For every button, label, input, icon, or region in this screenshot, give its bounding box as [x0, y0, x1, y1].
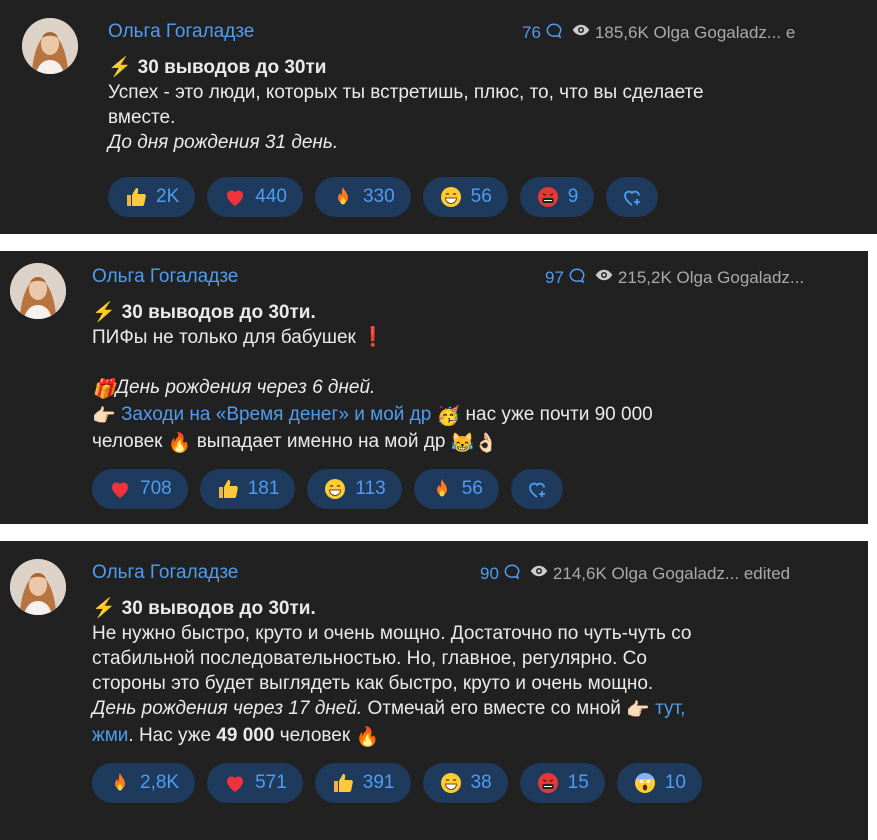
post-title: ⚡ 30 выводов до 30ти.	[92, 598, 316, 619]
post-text-italic: 🎁День рождения через 6 дней.	[92, 377, 376, 400]
post-text-line: стабильной последовательностью. Но, глав…	[92, 648, 647, 669]
reaction-heart[interactable]: 571	[207, 763, 303, 803]
post-text-italic: До дня рождения 31 день.	[108, 132, 339, 153]
reaction-heart[interactable]: 708	[92, 469, 188, 509]
avatar[interactable]	[22, 18, 78, 74]
ok-hand-icon: 👌🏻	[474, 433, 499, 454]
reaction-angry[interactable]: 15	[519, 763, 605, 803]
reaction-angry[interactable]: 9	[519, 177, 595, 217]
reaction-scream[interactable]: 10	[616, 763, 702, 803]
link-vremya-deneg[interactable]: Заходи на «Время денег» и мой др	[121, 404, 431, 425]
fire-icon	[331, 185, 355, 209]
exclamation-icon: ❗	[361, 327, 385, 348]
reaction-fire[interactable]: 330	[314, 177, 411, 217]
angry-icon	[536, 185, 560, 209]
add-reaction-button[interactable]	[510, 469, 563, 509]
post-card: Ольга Гогаладзе 97 215,2K Olga Gogaladz..…	[0, 251, 868, 524]
link-zhmi[interactable]: жми	[92, 725, 128, 746]
post-meta: 97 215,2K Olga Gogaladz...	[545, 266, 804, 288]
grin-icon	[439, 771, 463, 795]
angry-icon	[536, 771, 560, 795]
comment-icon[interactable]	[503, 563, 521, 581]
reaction-thumbs-up[interactable]: 391	[314, 763, 411, 803]
scream-icon	[633, 771, 657, 795]
views-line: 215,2K Olga Gogaladz...	[617, 268, 805, 287]
post-text-line: жми. Нас уже 49 000 человек 🔥	[92, 725, 380, 748]
comment-icon[interactable]	[545, 22, 563, 40]
post-text-line: День рождения через 17 дней. Отмечай его…	[92, 698, 686, 721]
reaction-thumbs-up[interactable]: 181	[199, 469, 296, 509]
add-reaction-icon	[620, 185, 644, 209]
avatar[interactable]	[10, 559, 66, 615]
party-face-icon: 🥳	[436, 406, 461, 427]
reaction-grin[interactable]: 113	[307, 469, 402, 509]
reaction-fire[interactable]: 56	[413, 469, 499, 509]
post-body: ⚡ 30 выводов до 30ти. ПИФы не только для …	[92, 300, 862, 456]
post-meta: 90 214,6K Olga Gogaladz... edited	[480, 562, 790, 584]
post-meta: 76 185,6K Olga Gogaladz... e	[522, 21, 795, 43]
fire-icon	[108, 771, 132, 795]
grin-icon	[439, 185, 463, 209]
post-body: ⚡ 30 выводов до 30ти. Не нужно быстро, кр…	[92, 596, 862, 750]
comment-count[interactable]: 97	[545, 268, 564, 287]
comment-count[interactable]: 90	[480, 564, 499, 583]
fire-icon: 🔥	[355, 727, 380, 748]
eye-icon	[571, 21, 591, 39]
reaction-grin[interactable]: 56	[422, 177, 508, 217]
lightning-icon: ⚡	[92, 302, 116, 323]
heart-icon	[223, 185, 247, 209]
post-card: Ольга Гогаладзе 90 214,6K Olga Gogaladz..…	[0, 541, 868, 840]
lightning-icon: ⚡	[92, 598, 116, 619]
pointing-hand-icon: 👉🏻	[92, 406, 116, 427]
reaction-thumbs-up[interactable]: 2K	[108, 177, 196, 217]
thumbs-up-icon	[331, 771, 355, 795]
thumbs-up-icon	[124, 185, 148, 209]
reaction-bar: 708 181 113 56	[92, 469, 563, 509]
author-name[interactable]: Ольга Гогаладзе	[108, 21, 254, 43]
reaction-fire[interactable]: 2,8K	[92, 763, 196, 803]
grin-icon	[323, 477, 347, 501]
gift-icon: 🎁	[92, 379, 116, 400]
eye-icon	[529, 562, 549, 580]
post-title: ⚡ 30 выводов до 30ти	[108, 57, 327, 78]
thumbs-up-icon	[216, 477, 240, 501]
comment-count[interactable]: 76	[522, 23, 541, 42]
views-line: 185,6K Olga Gogaladz... e	[594, 23, 796, 42]
post-text-line: 👉🏻 Заходи на «Время денег» и мой др 🥳 на…	[92, 404, 653, 427]
post-text-line: ПИФы не только для бабушек ❗	[92, 327, 385, 348]
reaction-heart[interactable]: 440	[207, 177, 303, 217]
laughing-cat-icon: 😹	[450, 433, 475, 454]
post-text-line: вместе.	[108, 107, 176, 128]
post-text-line: Успех - это люди, которых ты встретишь, …	[108, 82, 704, 103]
reaction-grin[interactable]: 38	[422, 763, 508, 803]
eye-icon	[594, 266, 614, 284]
lightning-icon: ⚡	[108, 57, 132, 78]
pointing-hand-icon: 👉🏻	[626, 700, 650, 721]
avatar[interactable]	[10, 263, 66, 319]
link-tut[interactable]: тут,	[655, 698, 685, 719]
post-card: Ольга Гогаладзе 76 185,6K Olga Gogaladz..…	[0, 0, 877, 234]
author-name[interactable]: Ольга Гогаладзе	[92, 562, 238, 584]
reaction-bar: 2K 440 330 56 9	[108, 177, 659, 217]
post-text-line: Не нужно быстро, круто и очень мощно. До…	[92, 623, 692, 644]
post-text-line: стороны это будет выглядеть как быстро, …	[92, 673, 654, 694]
heart-icon	[223, 771, 247, 795]
author-name[interactable]: Ольга Гогаладзе	[92, 266, 238, 288]
fire-icon: 🔥	[167, 433, 192, 454]
reaction-bar: 2,8K 571 391 38 15 10	[92, 763, 702, 803]
post-body: ⚡ 30 выводов до 30ти Успех - это люди, ко…	[108, 55, 868, 155]
add-reaction-icon	[525, 477, 549, 501]
comment-icon[interactable]	[568, 267, 586, 285]
heart-icon	[108, 477, 132, 501]
post-title: ⚡ 30 выводов до 30ти.	[92, 302, 316, 323]
add-reaction-button[interactable]	[606, 177, 659, 217]
post-text-line: человек 🔥 выпадает именно на мой др 😹👌🏻	[92, 431, 499, 454]
views-line: 214,6K Olga Gogaladz... edited	[552, 564, 791, 583]
fire-icon	[430, 477, 454, 501]
